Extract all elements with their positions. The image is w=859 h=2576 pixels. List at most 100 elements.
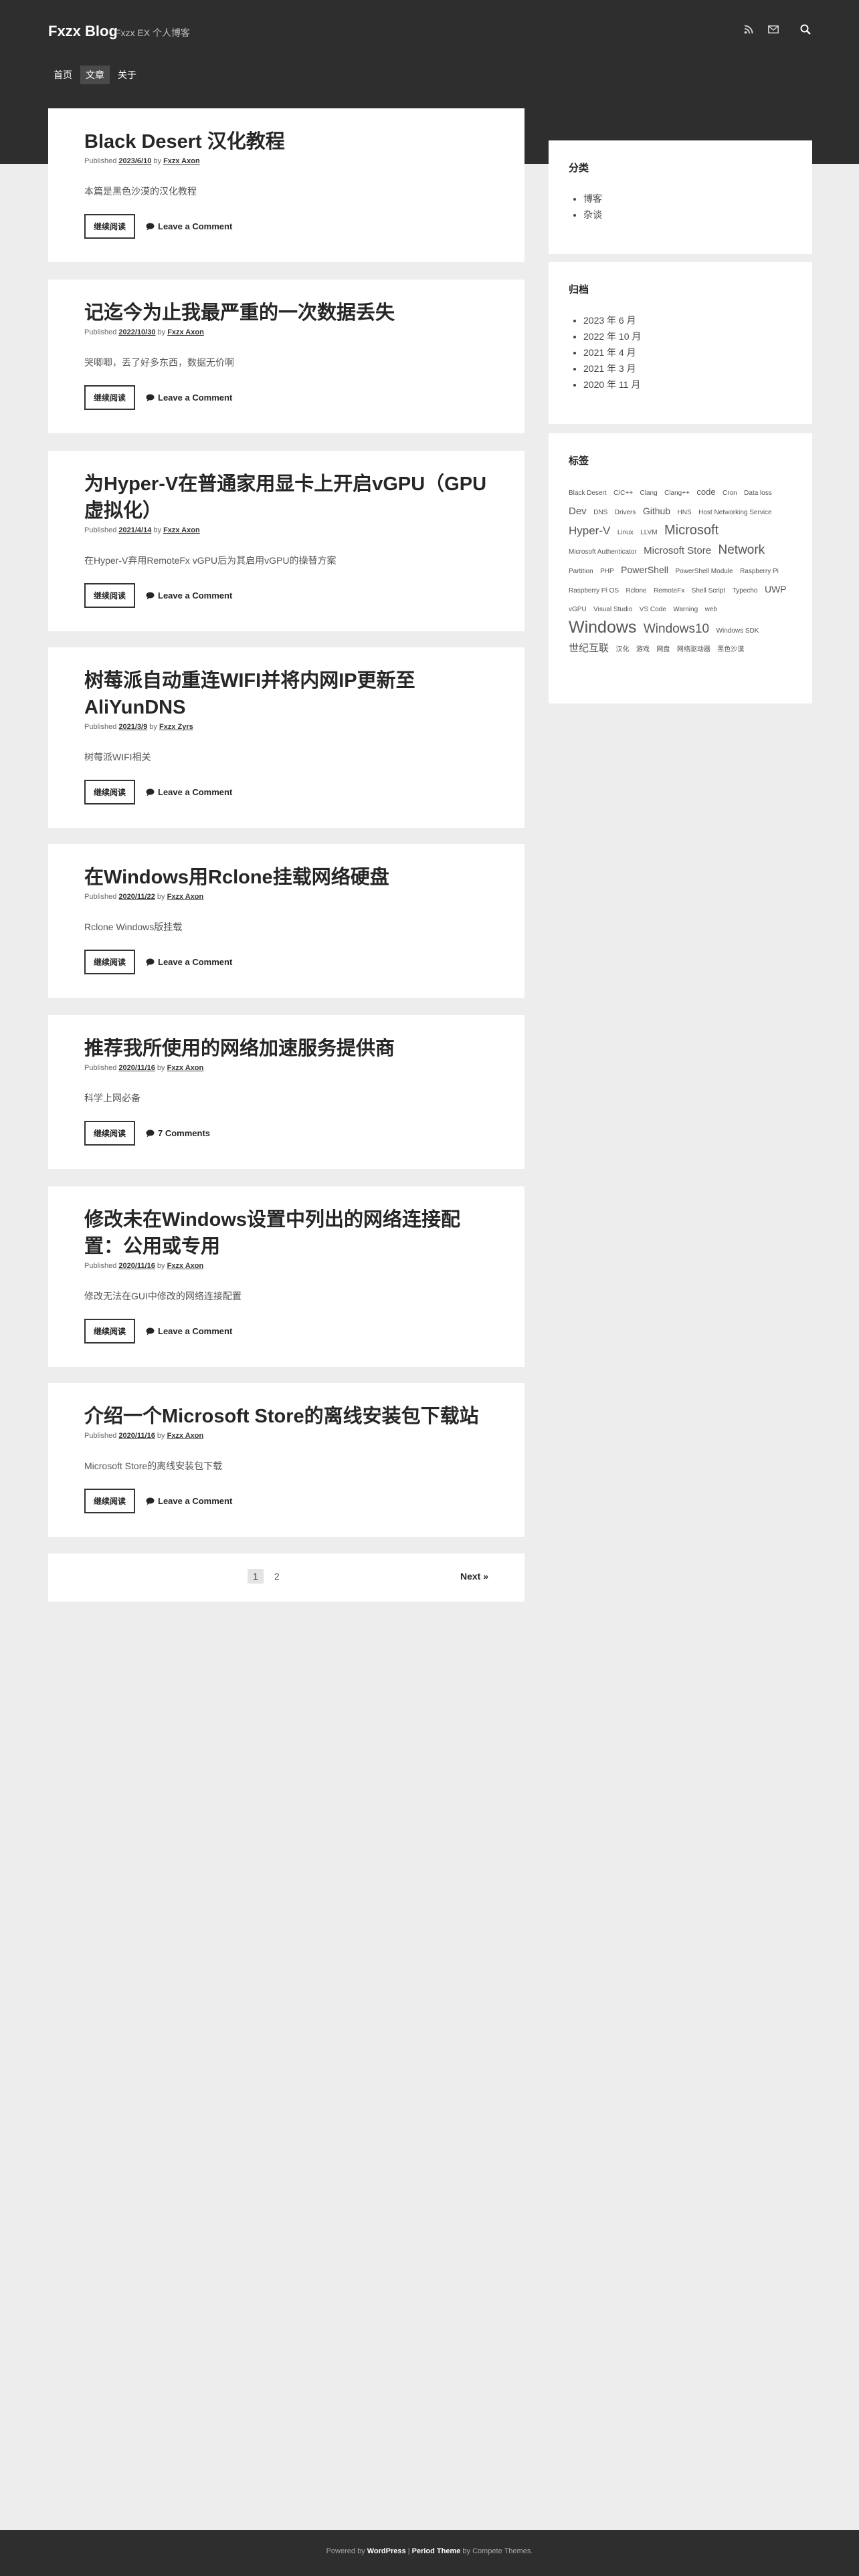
tag-link[interactable]: Github: [643, 506, 670, 516]
archive-link[interactable]: 2023 年 6 月: [583, 312, 792, 328]
tag-link[interactable]: Drivers: [615, 509, 636, 516]
read-more-button[interactable]: 继续阅读: [84, 780, 136, 804]
post-title[interactable]: 介绍一个Microsoft Store的离线安装包下载站: [84, 1403, 488, 1430]
tag-link[interactable]: 世纪互联: [569, 643, 609, 654]
tag-link[interactable]: Black Desert: [569, 490, 607, 497]
tag-link[interactable]: PHP: [600, 568, 614, 575]
post-date[interactable]: 2023/6/10: [118, 157, 151, 165]
post-author[interactable]: Fxzx Axon: [167, 1432, 204, 1440]
comments-link[interactable]: Leave a Comment: [146, 1496, 232, 1506]
tag-link[interactable]: 网络驱动器: [677, 646, 710, 653]
tag-link[interactable]: Clang++: [664, 490, 690, 497]
tag-link[interactable]: 黑色沙漠: [717, 646, 744, 653]
tag-link[interactable]: code: [696, 487, 715, 497]
nav-item-home[interactable]: 首页: [48, 66, 78, 84]
archive-link[interactable]: 2020 年 11 月: [583, 377, 792, 393]
archive-link[interactable]: 2021 年 4 月: [583, 344, 792, 360]
tag-link[interactable]: Microsoft: [664, 523, 719, 538]
tag-link[interactable]: Dev: [569, 506, 587, 517]
tag-link[interactable]: Raspberry Pi OS: [569, 587, 619, 595]
post-author[interactable]: Fxzx Axon: [167, 1064, 204, 1072]
next-page-link[interactable]: Next »: [460, 1571, 488, 1582]
email-icon[interactable]: [768, 25, 779, 33]
search-icon[interactable]: [800, 24, 811, 35]
comments-link[interactable]: Leave a Comment: [146, 787, 232, 797]
read-more-button[interactable]: 继续阅读: [84, 950, 136, 974]
tag-link[interactable]: DNS: [593, 509, 607, 516]
theme-link[interactable]: Period Theme: [412, 2547, 461, 2555]
tag-link[interactable]: Network: [719, 543, 765, 557]
read-more-button[interactable]: 继续阅读: [84, 583, 136, 608]
tag-link[interactable]: Visual Studio: [593, 606, 632, 613]
post-title[interactable]: 修改未在Windows设置中列出的网络连接配置：公用或专用: [84, 1206, 488, 1260]
comments-link[interactable]: Leave a Comment: [146, 957, 232, 967]
tag-link[interactable]: Windows: [569, 618, 636, 637]
tag-link[interactable]: 游戏: [636, 646, 650, 653]
tag-link[interactable]: Windows10: [644, 622, 709, 636]
read-more-button[interactable]: 继续阅读: [84, 1121, 136, 1146]
wordpress-link[interactable]: WordPress: [367, 2547, 406, 2555]
post-title[interactable]: 推荐我所使用的网络加速服务提供商: [84, 1035, 488, 1062]
tag-link[interactable]: RemoteFx: [654, 587, 684, 595]
post-title[interactable]: Black Desert 汉化教程: [84, 128, 488, 155]
rss-icon[interactable]: [744, 25, 753, 34]
tag-link[interactable]: 网盘: [656, 646, 670, 653]
nav-item-posts[interactable]: 文章: [80, 66, 110, 84]
read-more-button[interactable]: 继续阅读: [84, 1319, 136, 1344]
post-author[interactable]: Fxzx Axon: [163, 526, 200, 534]
post-date[interactable]: 2022/10/30: [118, 328, 155, 336]
archive-link[interactable]: 2022 年 10 月: [583, 328, 792, 344]
tag-link[interactable]: Microsoft Store: [644, 545, 711, 556]
tag-link[interactable]: Cron: [723, 490, 737, 497]
post-date[interactable]: 2021/4/14: [118, 526, 151, 534]
comments-link[interactable]: 7 Comments: [146, 1128, 210, 1138]
post-date[interactable]: 2021/3/9: [118, 723, 147, 731]
tag-link[interactable]: Hyper-V: [569, 524, 610, 537]
post-date[interactable]: 2020/11/16: [118, 1432, 155, 1440]
tag-link[interactable]: web: [705, 606, 717, 613]
post-date[interactable]: 2020/11/16: [118, 1064, 155, 1072]
tag-link[interactable]: LLVM: [640, 529, 657, 536]
read-more-button[interactable]: 继续阅读: [84, 214, 136, 239]
tag-link[interactable]: PowerShell Module: [675, 568, 733, 575]
tag-link[interactable]: HNS: [678, 509, 692, 516]
archive-link[interactable]: 2021 年 3 月: [583, 360, 792, 377]
tag-link[interactable]: Microsoft Authenticator: [569, 548, 637, 556]
page-number-link[interactable]: 2: [269, 1569, 285, 1584]
tag-link[interactable]: Raspberry Pi: [740, 568, 779, 575]
tag-link[interactable]: Partition: [569, 568, 593, 575]
post-author[interactable]: Fxzx Axon: [167, 1262, 204, 1270]
tag-link[interactable]: Rclone: [626, 587, 646, 595]
comments-link[interactable]: Leave a Comment: [146, 393, 232, 403]
tag-link[interactable]: 汉化: [615, 646, 629, 653]
read-more-button[interactable]: 继续阅读: [84, 385, 136, 410]
tag-link[interactable]: vGPU: [569, 606, 587, 613]
tag-link[interactable]: Clang: [640, 490, 658, 497]
comments-link[interactable]: Leave a Comment: [146, 1326, 232, 1336]
nav-item-about[interactable]: 关于: [112, 66, 142, 84]
post-title[interactable]: 记迄今为止我最严重的一次数据丢失: [84, 300, 488, 326]
tag-link[interactable]: PowerShell: [621, 564, 668, 575]
tag-link[interactable]: Windows SDK: [717, 627, 759, 635]
tag-link[interactable]: UWP: [765, 584, 787, 595]
tag-link[interactable]: C/C++: [613, 490, 633, 497]
post-author[interactable]: Fxzx Axon: [167, 328, 204, 336]
tag-link[interactable]: Typecho: [733, 587, 758, 595]
post-author[interactable]: Fxzx Zyrs: [159, 723, 193, 731]
tag-link[interactable]: Shell Script: [692, 587, 726, 595]
comments-link[interactable]: Leave a Comment: [146, 591, 232, 601]
post-date[interactable]: 2020/11/16: [118, 1262, 155, 1270]
category-link[interactable]: 杂谈: [583, 207, 792, 223]
post-title[interactable]: 为Hyper-V在普通家用显卡上开启vGPU（GPU虚拟化）: [84, 471, 488, 524]
post-title[interactable]: 树莓派自动重连WIFI并将内网IP更新至AliYunDNS: [84, 667, 488, 721]
tag-link[interactable]: Linux: [617, 529, 634, 536]
category-link[interactable]: 博客: [583, 191, 792, 207]
tag-link[interactable]: VS Code: [640, 606, 666, 613]
site-title[interactable]: Fxzx Blog: [48, 23, 118, 40]
read-more-button[interactable]: 继续阅读: [84, 1489, 136, 1513]
tag-link[interactable]: Data loss: [744, 490, 772, 497]
tag-link[interactable]: Warning: [673, 606, 698, 613]
tag-link[interactable]: Host Networking Service: [698, 509, 771, 516]
post-date[interactable]: 2020/11/22: [118, 893, 155, 901]
comments-link[interactable]: Leave a Comment: [146, 221, 232, 231]
